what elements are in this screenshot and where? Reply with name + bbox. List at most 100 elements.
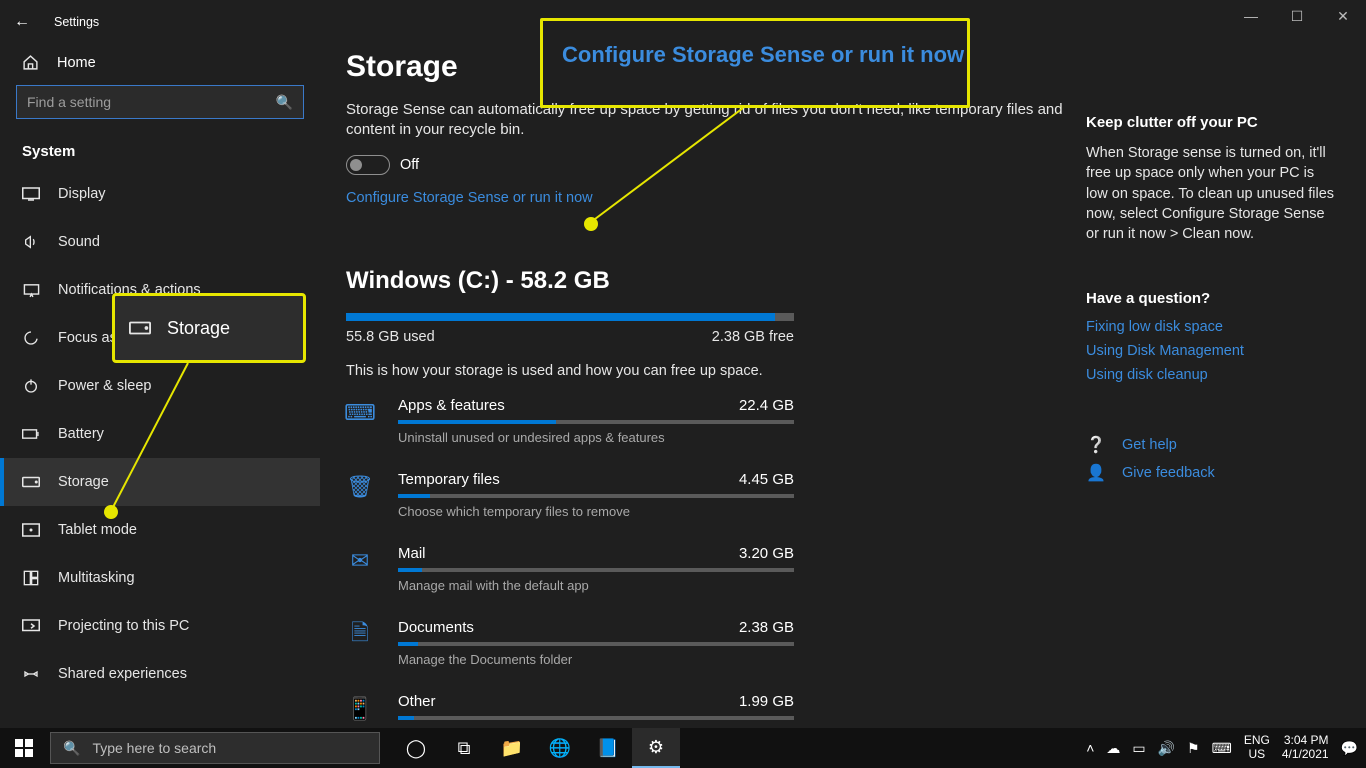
- app-title: Settings: [54, 15, 99, 29]
- nav-label: Battery: [58, 426, 104, 442]
- category-icon: ✉: [346, 547, 374, 575]
- category-bar: [398, 494, 794, 498]
- drive-usage-bar: [346, 313, 794, 321]
- category-icon: ⌨: [346, 399, 374, 427]
- nav-icon: [22, 378, 40, 394]
- cortana-icon[interactable]: ◯: [392, 728, 440, 768]
- storage-content: Storage Storage Sense can automatically …: [346, 20, 1086, 728]
- category-icon: 🗎: [346, 621, 374, 649]
- nav-icon: [22, 330, 40, 346]
- keep-clutter-body: When Storage sense is turned on, it'll f…: [1086, 143, 1336, 244]
- page-title: Storage: [346, 50, 1086, 84]
- sidebar-item-display[interactable]: Display: [0, 170, 320, 218]
- word-app-icon[interactable]: 📘: [584, 728, 632, 768]
- taskbar: 🔍 Type here to search ◯ ⧉ 📁 🌐 📘 ⚙ ˄ ☁ ▭ …: [0, 728, 1366, 768]
- battery-icon[interactable]: ▭: [1132, 740, 1145, 757]
- storage-category-mail[interactable]: ✉Mail3.20 GBManage mail with the default…: [346, 545, 1086, 593]
- onedrive-icon[interactable]: ☁: [1106, 740, 1120, 757]
- nav-label: Multitasking: [58, 570, 135, 586]
- category-bar: [398, 568, 794, 572]
- category-icon: 🗑: [346, 473, 374, 501]
- nav-icon: [22, 570, 40, 586]
- help-icon: ❔: [1086, 435, 1106, 455]
- action-center-icon[interactable]: 💬: [1341, 740, 1358, 757]
- storage-category-apps-features[interactable]: ⌨Apps & features22.4 GBUninstall unused …: [346, 397, 1086, 445]
- right-panel: Keep clutter off your PC When Storage se…: [1086, 20, 1356, 728]
- start-button[interactable]: [0, 728, 48, 768]
- nav-label: Display: [58, 186, 106, 202]
- settings-sidebar: ← Settings Home Find a setting 🔍 System …: [0, 0, 320, 728]
- sidebar-item-notifications-actions[interactable]: Notifications & actions: [0, 266, 320, 314]
- nav-label: Projecting to this PC: [58, 618, 189, 634]
- give-feedback-link[interactable]: 👤 Give feedback: [1086, 463, 1336, 483]
- minimize-button[interactable]: —: [1228, 0, 1274, 32]
- storage-sense-toggle[interactable]: [346, 155, 390, 175]
- category-size: 22.4 GB: [739, 397, 794, 414]
- home-icon: [22, 54, 39, 71]
- taskbar-search[interactable]: 🔍 Type here to search: [50, 732, 380, 764]
- category-size: 1.99 GB: [739, 693, 794, 710]
- drive-desc: This is how your storage is used and how…: [346, 363, 1086, 379]
- search-placeholder: Find a setting: [27, 94, 111, 110]
- nav-label: Shared experiences: [58, 666, 187, 682]
- keyboard-icon[interactable]: ⌨: [1212, 740, 1232, 757]
- file-explorer-icon[interactable]: 📁: [488, 728, 536, 768]
- close-button[interactable]: ✕: [1320, 0, 1366, 32]
- category-size: 4.45 GB: [739, 471, 794, 488]
- nav-label: Power & sleep: [58, 378, 152, 394]
- drive-free-label: 2.38 GB free: [712, 329, 794, 345]
- maximize-button[interactable]: ☐: [1274, 0, 1320, 32]
- category-subtext: Manage mail with the default app: [398, 578, 794, 593]
- nav-label: Notifications & actions: [58, 282, 201, 298]
- category-size: 3.20 GB: [739, 545, 794, 562]
- chrome-icon[interactable]: 🌐: [536, 728, 584, 768]
- settings-app-icon[interactable]: ⚙: [632, 728, 680, 768]
- clock[interactable]: 3:04 PM 4/1/2021: [1282, 734, 1329, 762]
- sidebar-item-multitasking[interactable]: Multitasking: [0, 554, 320, 602]
- category-name: Documents: [398, 619, 474, 636]
- section-heading: System: [0, 119, 320, 170]
- task-view-icon[interactable]: ⧉: [440, 728, 488, 768]
- nav-icon: [22, 476, 40, 488]
- home-label: Home: [57, 55, 96, 71]
- help-link-disk-mgmt[interactable]: Using Disk Management: [1086, 343, 1336, 359]
- sidebar-item-power-sleep[interactable]: Power & sleep: [0, 362, 320, 410]
- help-link-disk-cleanup[interactable]: Using disk cleanup: [1086, 367, 1336, 383]
- nav-label: Focus assist: [58, 330, 139, 346]
- keep-clutter-title: Keep clutter off your PC: [1086, 114, 1336, 131]
- nav-icon: [22, 666, 40, 682]
- category-subtext: Choose which temporary files to remove: [398, 504, 794, 519]
- sidebar-item-projecting-to-this-pc[interactable]: Projecting to this PC: [0, 602, 320, 650]
- category-size: 2.38 GB: [739, 619, 794, 636]
- home-button[interactable]: Home: [0, 38, 320, 85]
- volume-icon[interactable]: 🔊: [1158, 740, 1175, 757]
- category-name: Other: [398, 693, 436, 710]
- sidebar-item-sound[interactable]: Sound: [0, 218, 320, 266]
- category-name: Apps & features: [398, 397, 505, 414]
- get-help-link[interactable]: ❔ Get help: [1086, 435, 1336, 455]
- sidebar-item-storage[interactable]: Storage: [0, 458, 320, 506]
- security-icon[interactable]: ⚑: [1187, 740, 1200, 757]
- help-link-low-disk[interactable]: Fixing low disk space: [1086, 319, 1336, 335]
- category-icon: 📱: [346, 695, 374, 723]
- sidebar-item-tablet-mode[interactable]: Tablet mode: [0, 506, 320, 554]
- language-indicator[interactable]: ENG US: [1244, 734, 1270, 762]
- tray-chevron-icon[interactable]: ˄: [1086, 740, 1094, 756]
- drive-title: Windows (C:) - 58.2 GB: [346, 267, 1086, 295]
- sidebar-item-focus-assist[interactable]: Focus assist: [0, 314, 320, 362]
- sidebar-item-shared-experiences[interactable]: Shared experiences: [0, 650, 320, 698]
- drive-used-label: 55.8 GB used: [346, 329, 435, 345]
- search-icon: 🔍: [276, 94, 293, 111]
- storage-category-temporary-files[interactable]: 🗑Temporary files4.45 GBChoose which temp…: [346, 471, 1086, 519]
- back-button[interactable]: ←: [14, 13, 30, 31]
- storage-category-documents[interactable]: 🗎 Documents 2.38 GB Manage the Documents fo…: [346, 619, 1086, 667]
- category-subtext: Manage the Documents folder: [398, 652, 794, 667]
- configure-storage-sense-link[interactable]: Configure Storage Sense or run it now: [346, 190, 593, 206]
- category-bar: [398, 716, 794, 720]
- nav-label: Tablet mode: [58, 522, 137, 538]
- nav-icon: [22, 619, 40, 633]
- sidebar-item-battery[interactable]: Battery: [0, 410, 320, 458]
- storage-category-other[interactable]: 📱Other1.99 GBManage other large folders: [346, 693, 1086, 729]
- search-input[interactable]: Find a setting 🔍: [16, 85, 304, 119]
- search-icon: 🔍: [63, 740, 80, 757]
